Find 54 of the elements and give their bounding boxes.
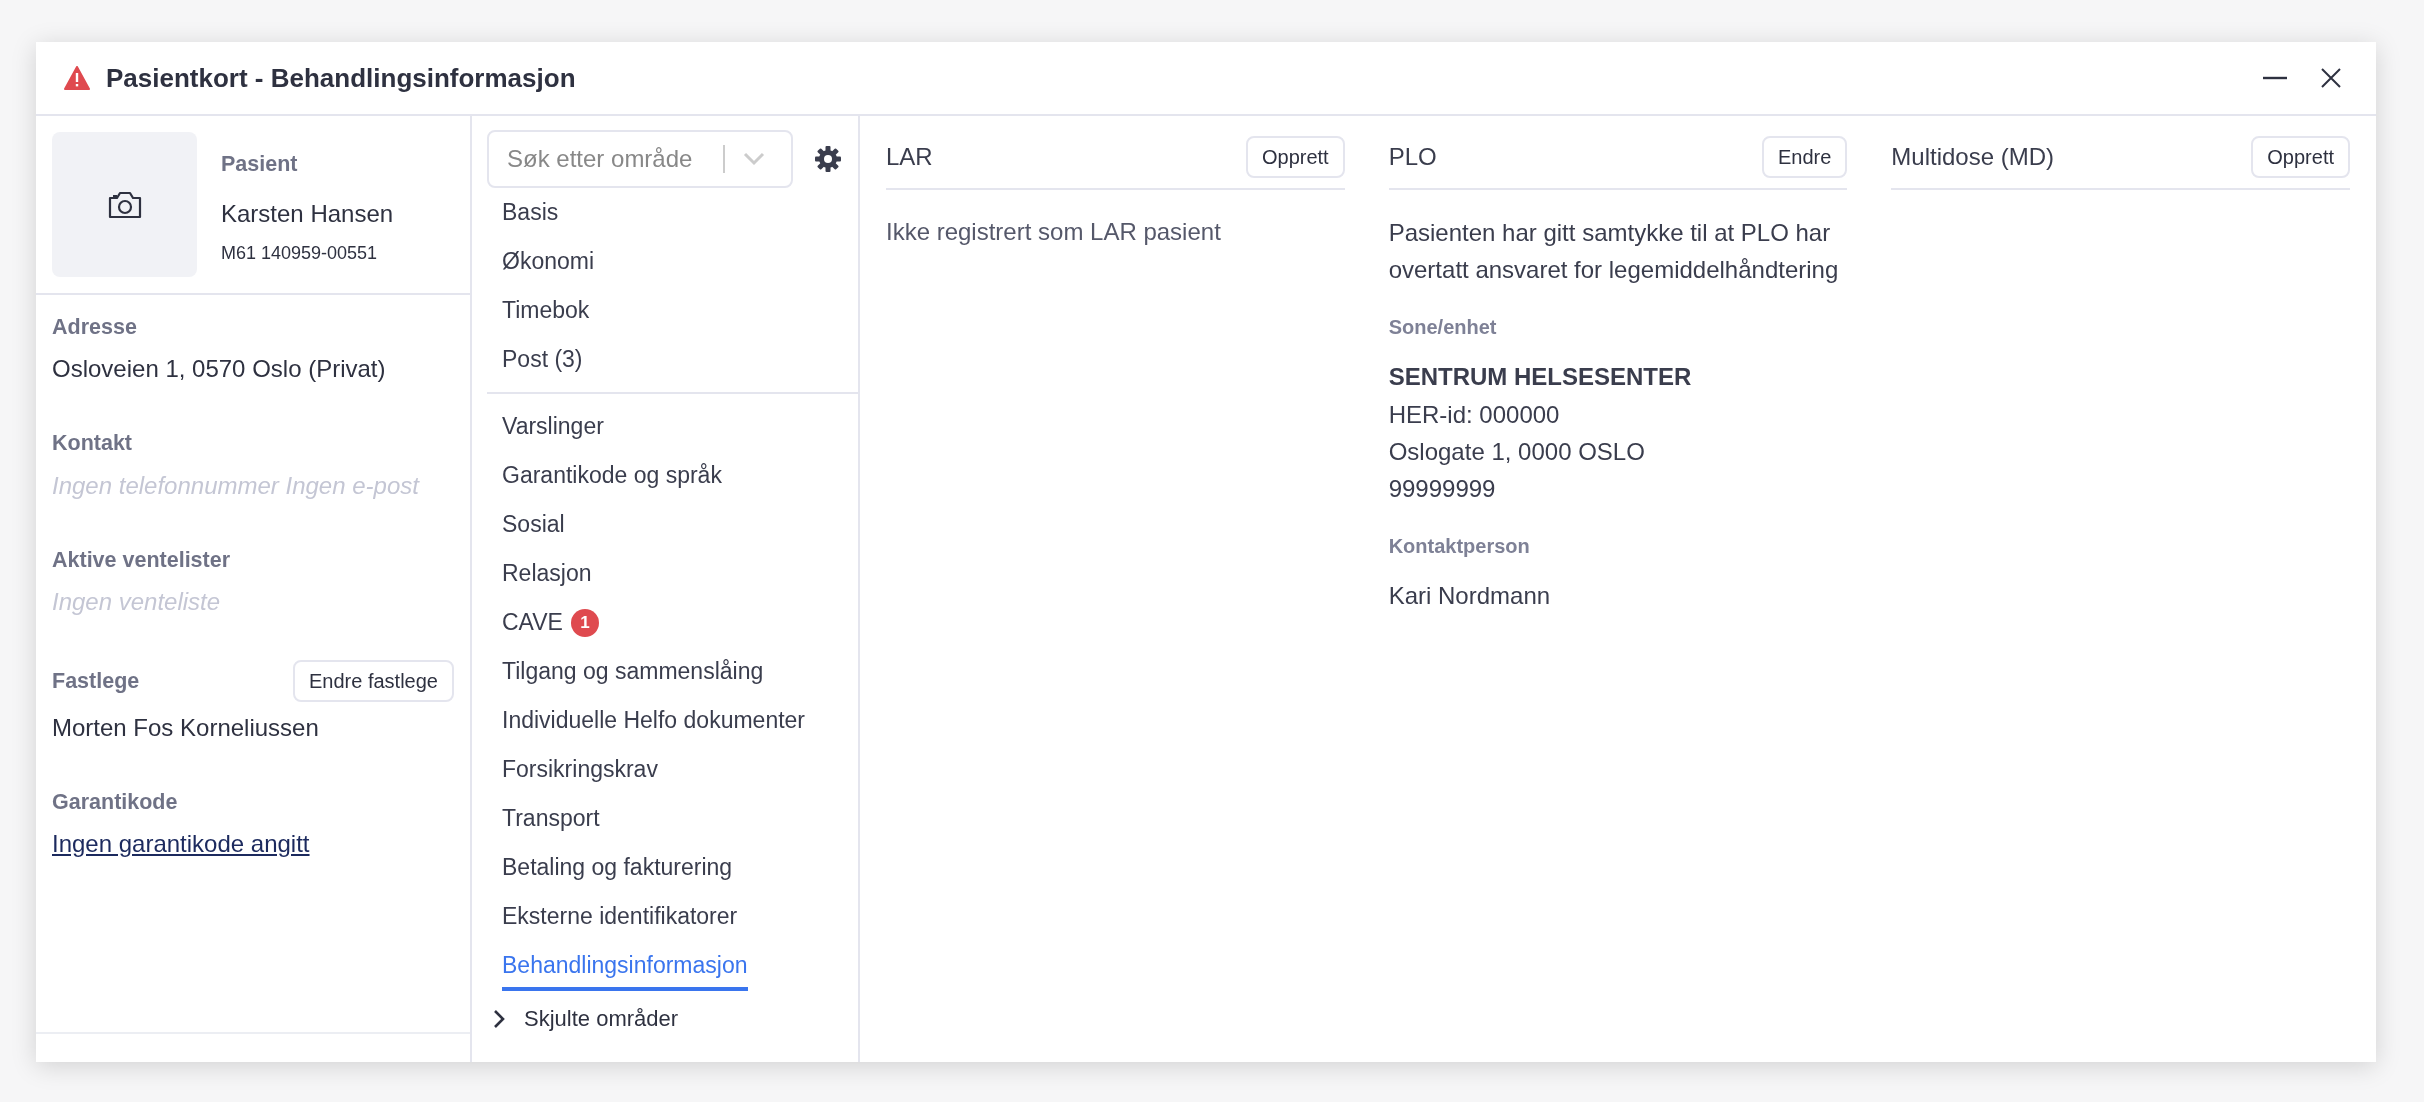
field-label: Kontaktperson — [1388, 534, 1531, 560]
nav-item[interactable]: Post (3) — [472, 335, 858, 384]
nav-item[interactable]: Individuelle Helfo dokumenter — [472, 696, 858, 745]
info-text: Ikke registrert som LAR pasient — [886, 217, 1222, 247]
minimize-icon — [2262, 76, 2288, 80]
change-button[interactable]: Endre fastlege — [293, 659, 454, 702]
empty-value: Ingen telefonnummer Ingen e-post — [52, 470, 421, 501]
link[interactable]: Ingen garantikode angitt — [52, 830, 310, 857]
info-text: SENTRUM HELSESENTER — [1388, 362, 1693, 393]
window-title: Pasientkort - Behandlingsinformasjon — [106, 61, 576, 95]
field-label: Sone/enhet — [1388, 315, 1498, 341]
camera-icon — [107, 190, 142, 219]
nav-item[interactable]: Relasjon — [472, 549, 858, 598]
warning-icon — [64, 66, 90, 90]
field-label: Fastlege — [52, 667, 140, 695]
panel-button[interactable]: Opprett — [2251, 136, 2350, 178]
field-label: Kontakt — [52, 430, 133, 458]
field-label: Aktive ventelister — [52, 546, 231, 574]
field-value: Morten Fos Korneliussen — [52, 712, 320, 743]
panel-title: PLO — [1388, 142, 1437, 172]
panel-button[interactable]: Endre — [1761, 136, 1848, 178]
nav-item[interactable]: Eksterne identifikatorer — [472, 892, 858, 941]
nav-item[interactable]: Transport — [472, 794, 858, 843]
patient-id: M61 140959-00551 — [221, 242, 379, 266]
nav-item[interactable]: Garantikode og språk — [472, 451, 858, 500]
nav-item[interactable]: Sosial — [472, 500, 858, 549]
info-text: Pasienten har gitt samtykke til at PLO har overtatt ansvaret for legemiddelhåndtering — [1388, 218, 1840, 286]
count-badge: 1 — [570, 608, 599, 637]
nav-item[interactable]: Tilgang og sammenslåing — [472, 647, 858, 696]
field-label: Adresse — [52, 314, 137, 341]
panel-button[interactable]: Opprett — [1245, 136, 1345, 178]
chevron-right-icon — [492, 1008, 506, 1029]
patient-label: Pasient — [221, 151, 299, 178]
patient-name: Karsten Hansen — [221, 199, 394, 230]
nav-item[interactable]: Basis — [472, 188, 858, 237]
nav-item[interactable]: Økonomi — [472, 237, 858, 286]
field-label: Garantikode — [52, 788, 178, 816]
nav-item[interactable]: Timebok — [472, 286, 858, 335]
nav-item[interactable]: CAVE 1 — [472, 598, 858, 647]
panel-title: Multidose (MD) — [1891, 142, 2055, 172]
info-text: 99999999 — [1388, 473, 1497, 504]
nav-item[interactable]: Betaling og fakturering — [472, 843, 858, 892]
settings-icon[interactable] — [814, 145, 842, 173]
panel-title: LAR — [886, 142, 933, 172]
search-field[interactable]: Søk etter område — [487, 130, 793, 188]
hidden-sections-toggle[interactable]: Skjulte områder — [472, 994, 858, 1043]
info-text: Kari Nordmann — [1388, 581, 1552, 612]
field-value: Osloveien 1, 0570 Oslo (Privat) — [52, 354, 387, 385]
nav-item[interactable]: Behandlingsinformasjon — [472, 941, 858, 990]
empty-value: Ingen venteliste — [52, 586, 222, 617]
nav-item[interactable]: Forsikringskrav — [472, 745, 858, 794]
info-text: Oslogate 1, 0000 OSLO — [1388, 436, 1646, 467]
info-text: HER-id: 000000 — [1388, 399, 1561, 430]
nav-item[interactable]: Varslinger — [472, 402, 858, 451]
